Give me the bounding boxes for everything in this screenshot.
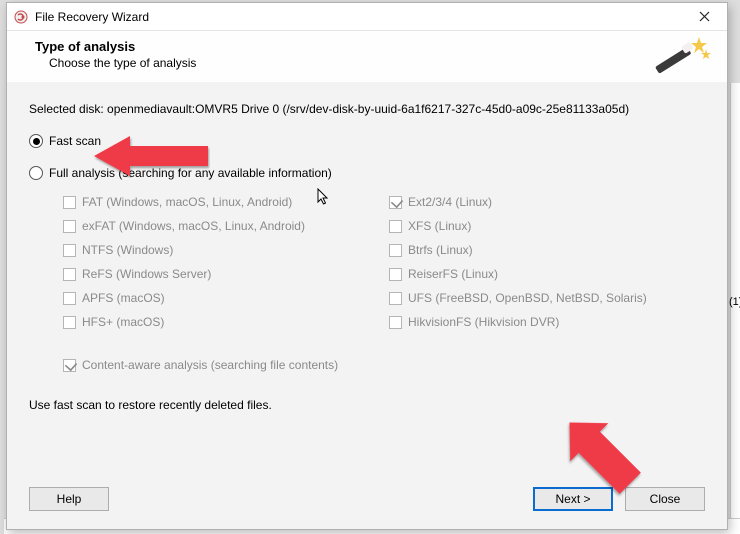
fs-option-ntfs[interactable]: NTFS (Windows) (63, 238, 379, 262)
checkbox-icon (63, 316, 76, 329)
window-title: File Recovery Wizard (35, 10, 683, 24)
side-count: (1) (729, 296, 740, 308)
fs-option-exfat[interactable]: exFAT (Windows, macOS, Linux, Android) (63, 214, 379, 238)
checkbox-icon (389, 292, 402, 305)
radio-icon (29, 134, 43, 148)
fs-column-right: Ext2/3/4 (Linux) XFS (Linux) Btrfs (Linu… (389, 190, 705, 334)
titlebar: File Recovery Wizard (7, 3, 727, 31)
fs-option-reiserfs[interactable]: ReiserFS (Linux) (389, 262, 705, 286)
fs-option-ext[interactable]: Ext2/3/4 (Linux) (389, 190, 705, 214)
full-analysis-radio[interactable]: Full analysis (searching for any availab… (29, 166, 705, 180)
page-subtitle: Choose the type of analysis (49, 56, 705, 70)
wizard-header: Type of analysis Choose the type of anal… (7, 31, 727, 82)
filesystem-options: FAT (Windows, macOS, Linux, Android) exF… (63, 190, 705, 334)
fs-label: FAT (Windows, macOS, Linux, Android) (82, 195, 292, 209)
fs-label: Btrfs (Linux) (408, 243, 473, 257)
window-close-button[interactable] (683, 3, 725, 31)
fs-label: Ext2/3/4 (Linux) (408, 195, 492, 209)
fs-column-left: FAT (Windows, macOS, Linux, Android) exF… (63, 190, 379, 334)
checkbox-icon (389, 244, 402, 257)
checkbox-icon (389, 196, 402, 209)
fs-label: ReFS (Windows Server) (82, 267, 211, 281)
hint-text: Use fast scan to restore recently delete… (29, 398, 705, 412)
fs-label: UFS (FreeBSD, OpenBSD, NetBSD, Solaris) (408, 291, 647, 305)
checkbox-icon (389, 316, 402, 329)
checkbox-icon (63, 268, 76, 281)
fs-label: NTFS (Windows) (82, 243, 173, 257)
fast-scan-label: Fast scan (49, 134, 101, 148)
wizard-icon (651, 33, 711, 79)
checkbox-icon (389, 220, 402, 233)
checkbox-icon (63, 292, 76, 305)
help-button[interactable]: Help (29, 487, 109, 511)
fast-scan-radio[interactable]: Fast scan (29, 134, 705, 148)
fs-option-fat[interactable]: FAT (Windows, macOS, Linux, Android) (63, 190, 379, 214)
fs-label: ReiserFS (Linux) (408, 267, 498, 281)
fs-label: XFS (Linux) (408, 219, 471, 233)
checkbox-icon (63, 244, 76, 257)
fs-label: APFS (macOS) (82, 291, 165, 305)
fs-option-ufs[interactable]: UFS (FreeBSD, OpenBSD, NetBSD, Solaris) (389, 286, 705, 310)
fs-option-hfs[interactable]: HFS+ (macOS) (63, 310, 379, 334)
content-aware-checkbox[interactable]: Content-aware analysis (searching file c… (63, 358, 705, 372)
fs-option-xfs[interactable]: XFS (Linux) (389, 214, 705, 238)
next-button[interactable]: Next > (533, 487, 613, 511)
close-button[interactable]: Close (625, 487, 705, 511)
radio-icon (29, 166, 43, 180)
fs-label: HikvisionFS (Hikvision DVR) (408, 315, 559, 329)
checkbox-icon (63, 359, 76, 372)
checkbox-icon (63, 196, 76, 209)
wizard-window: File Recovery Wizard Type of analysis Ch… (6, 2, 728, 530)
checkbox-icon (63, 220, 76, 233)
fs-option-btrfs[interactable]: Btrfs (Linux) (389, 238, 705, 262)
fs-label: HFS+ (macOS) (82, 315, 164, 329)
close-icon (699, 11, 710, 22)
content-aware-label: Content-aware analysis (searching file c… (82, 358, 338, 372)
checkbox-icon (389, 268, 402, 281)
wizard-body: Selected disk: openmediavault:OMVR5 Driv… (7, 82, 727, 479)
full-analysis-label: Full analysis (searching for any availab… (49, 166, 332, 180)
fs-option-refs[interactable]: ReFS (Windows Server) (63, 262, 379, 286)
selected-disk-label: Selected disk: openmediavault:OMVR5 Driv… (29, 102, 705, 116)
app-icon (13, 9, 29, 25)
fs-option-apfs[interactable]: APFS (macOS) (63, 286, 379, 310)
page-title: Type of analysis (35, 39, 705, 54)
fs-option-hikvision[interactable]: HikvisionFS (Hikvision DVR) (389, 310, 705, 334)
fs-label: exFAT (Windows, macOS, Linux, Android) (82, 219, 305, 233)
wizard-footer: Help Next > Close (7, 479, 727, 529)
